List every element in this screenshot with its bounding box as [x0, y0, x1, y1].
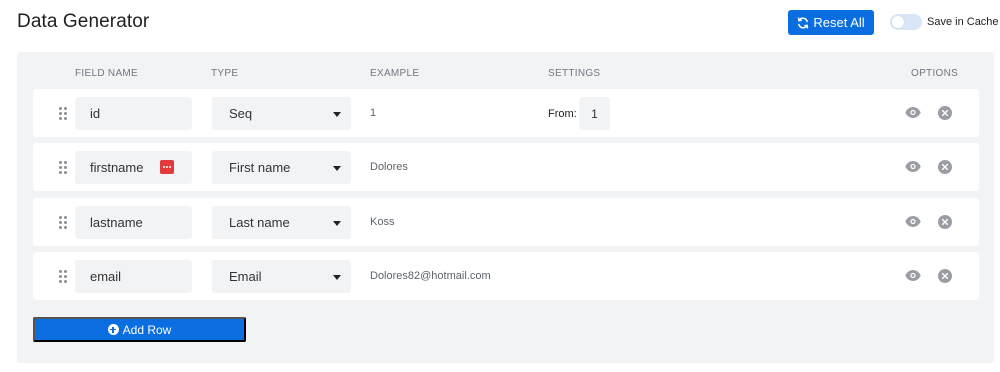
- eye-icon[interactable]: [905, 160, 921, 173]
- field-name-input-text[interactable]: [90, 106, 170, 121]
- example-value: Dolores82@hotmail.com: [370, 270, 491, 282]
- type-select[interactable]: Email: [212, 260, 351, 293]
- column-header-type: TYPE: [211, 68, 239, 79]
- field-name-input[interactable]: [75, 151, 192, 184]
- settings-from-input[interactable]: 1: [579, 97, 610, 130]
- reset-all-label: Reset All: [813, 15, 865, 30]
- type-select-value: Seq: [229, 106, 253, 121]
- add-row-button[interactable]: Add Row: [33, 317, 246, 342]
- example-value: Koss: [370, 216, 395, 228]
- eye-icon[interactable]: [905, 269, 921, 282]
- close-icon: [942, 273, 948, 279]
- add-row-label: Add Row: [122, 322, 172, 337]
- field-name-input-text[interactable]: [90, 160, 170, 175]
- save-in-cache-label: Save in Cache: [927, 16, 999, 28]
- type-select[interactable]: Seq: [212, 97, 351, 130]
- refresh-icon: [798, 16, 809, 29]
- example-value: Dolores: [370, 161, 408, 173]
- remove-row-button[interactable]: [938, 106, 952, 120]
- type-select-value: Last name: [229, 215, 290, 230]
- table-row: Email Dolores82@hotmail.com: [33, 252, 979, 300]
- field-name-input[interactable]: [75, 206, 192, 239]
- caret-down-icon: [333, 166, 341, 171]
- table-row: First name Dolores: [33, 143, 979, 191]
- eye-icon[interactable]: [905, 215, 921, 228]
- close-icon: [942, 219, 948, 225]
- remove-row-button[interactable]: [938, 160, 952, 174]
- plus-circle-icon: [107, 324, 119, 335]
- example-value: 1: [370, 107, 377, 119]
- drag-handle-icon[interactable]: [59, 161, 67, 174]
- field-name-input-text[interactable]: [90, 215, 170, 230]
- drag-handle-icon[interactable]: [59, 107, 67, 120]
- column-header-field-name: FIELD NAME: [75, 68, 139, 79]
- remove-row-button[interactable]: [938, 215, 952, 229]
- field-name-input[interactable]: [75, 260, 192, 293]
- field-name-input[interactable]: [75, 97, 192, 130]
- drag-handle-icon[interactable]: [59, 216, 67, 229]
- table-row: Seq 1 From: 1: [33, 89, 979, 137]
- type-select-value: First name: [229, 160, 291, 175]
- column-header-options: OPTIONS: [911, 68, 959, 79]
- caret-down-icon: [333, 275, 341, 280]
- page-title: Data Generator: [17, 11, 150, 32]
- eye-icon[interactable]: [905, 106, 921, 119]
- column-header-settings: SETTINGS: [548, 68, 601, 79]
- type-select-value: Email: [229, 269, 262, 284]
- caret-down-icon: [333, 112, 341, 117]
- settings-from-label: From:: [548, 108, 577, 120]
- more-options-icon[interactable]: [160, 160, 174, 174]
- caret-down-icon: [333, 221, 341, 226]
- close-icon: [942, 110, 948, 116]
- remove-row-button[interactable]: [938, 269, 952, 283]
- type-select[interactable]: Last name: [212, 206, 351, 239]
- close-icon: [942, 164, 948, 170]
- type-select[interactable]: First name: [212, 151, 351, 184]
- toggle-knob: [892, 16, 904, 28]
- table-row: Last name Koss: [33, 198, 979, 246]
- drag-handle-icon[interactable]: [59, 270, 67, 283]
- reset-all-button[interactable]: Reset All: [788, 10, 874, 35]
- field-name-input-text[interactable]: [90, 269, 170, 284]
- save-in-cache-toggle[interactable]: [890, 14, 922, 30]
- column-header-example: EXAMPLE: [370, 68, 420, 79]
